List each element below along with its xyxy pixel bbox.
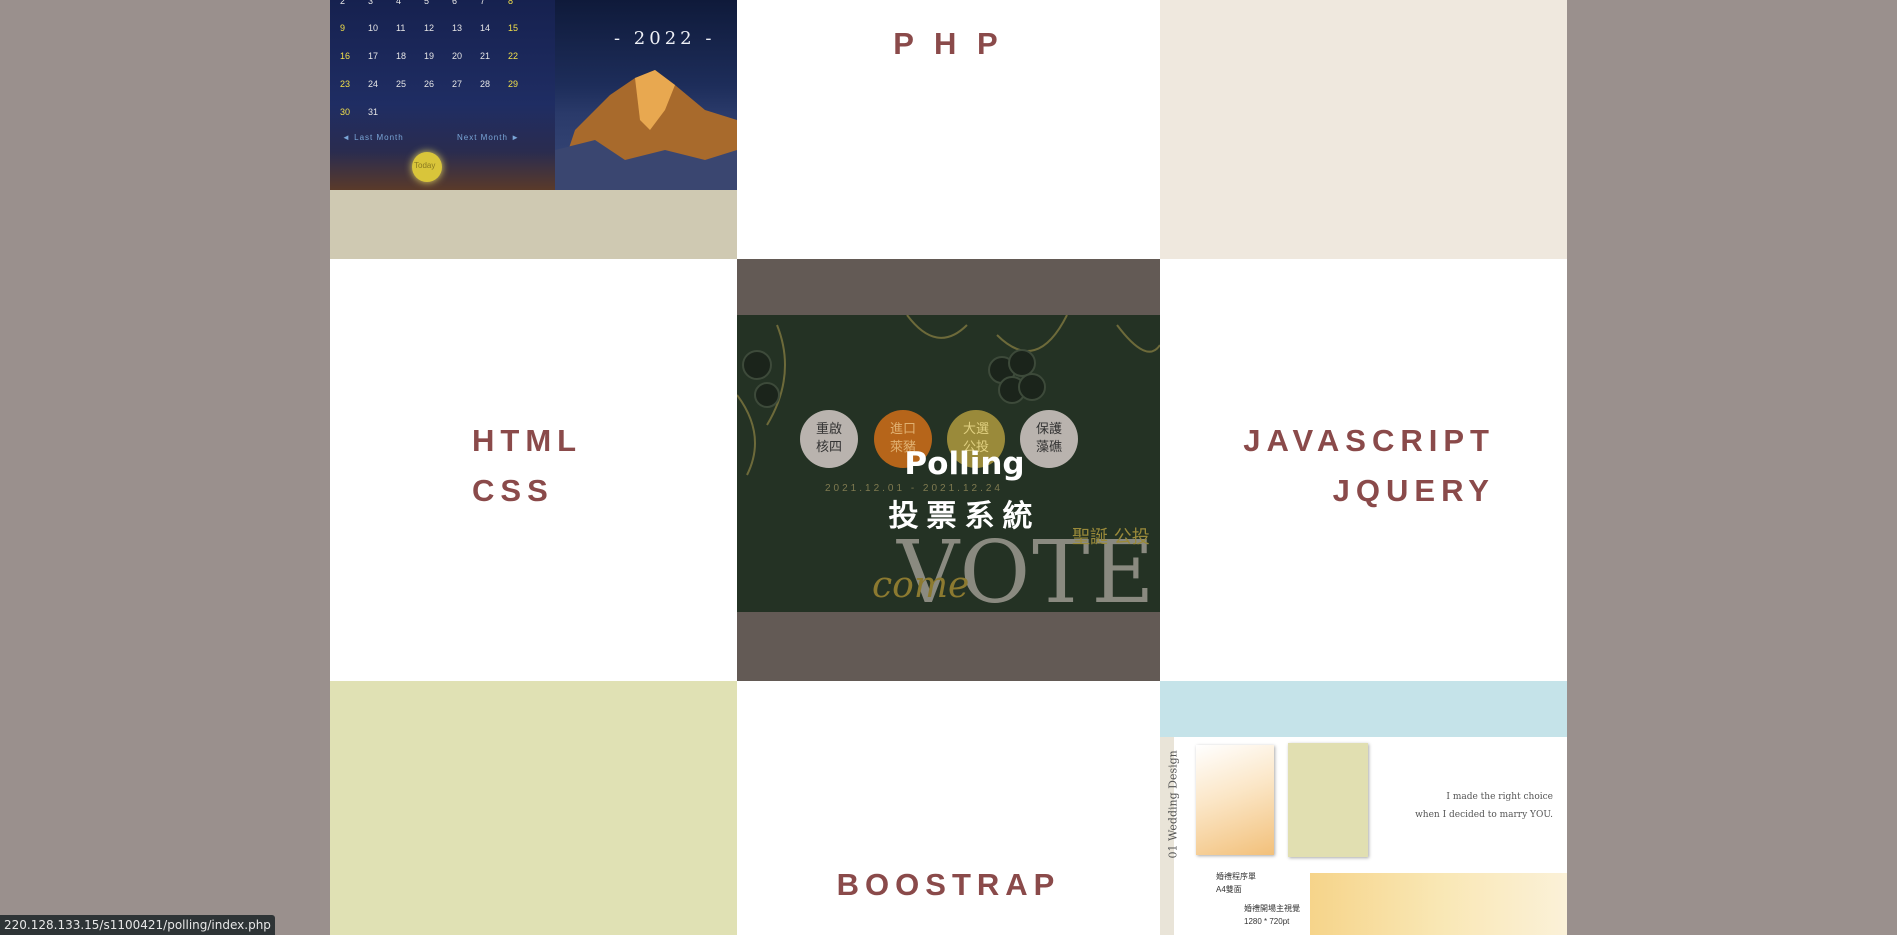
polling-tile[interactable]: 重啟 核四 進口 萊豬 大選 公投 保護 藻礁 2021.12.01 - 202… — [737, 259, 1160, 681]
green-tile[interactable] — [330, 681, 737, 935]
next-month-link[interactable]: Next Month ► — [457, 133, 520, 142]
wedding-note-4: 1280 * 720pt — [1244, 917, 1290, 926]
php-label: P H P — [893, 26, 1004, 61]
status-bar-url: 220.128.133.15/s1100421/polling/index.ph… — [0, 915, 275, 935]
calendar-tile[interactable]: 2345678 9 10 11 12 13 14 15 16 17 18 19 20 21 22 23 2… — [330, 0, 737, 259]
calendar-week-2: 9 10 11 12 13 14 15 — [340, 23, 519, 33]
wedding-floral-banner — [1310, 873, 1567, 935]
today-label: Today — [414, 161, 436, 170]
calendar-week-3: 16 17 18 19 20 21 22 — [340, 51, 519, 61]
jquery-label: JQUERY — [1332, 473, 1495, 508]
calendar-week-4: 23 24 25 26 27 28 29 — [340, 79, 519, 89]
wedding-card-1 — [1196, 745, 1274, 855]
wedding-note-2: A4雙面 — [1216, 885, 1242, 894]
calendar-week-1: 2345678 — [340, 0, 514, 6]
wedding-side-text: 01 Wedding Design — [1166, 750, 1180, 859]
bootstrap-tile[interactable]: BOOSTRAP — [737, 681, 1160, 935]
php-tile[interactable]: P H P — [737, 0, 1160, 259]
html-label: HTML — [472, 423, 583, 458]
last-month-link[interactable]: ◄ Last Month — [342, 133, 404, 142]
bootstrap-label: BOOSTRAP — [836, 867, 1061, 902]
polling-subtitle: 投票系統 — [888, 499, 1041, 534]
wedding-quote-2: when I decided to marry YOU. — [1415, 810, 1553, 820]
mountain-shape — [555, 70, 737, 190]
javascript-label: JAVASCRIPT — [1243, 423, 1495, 458]
polling-title: Polling — [904, 446, 1025, 482]
html-css-tile[interactable]: HTML CSS — [330, 259, 737, 681]
portfolio-grid: 2345678 9 10 11 12 13 14 15 16 17 18 19 20 21 22 23 2… — [330, 0, 1567, 935]
calendar-preview: 2345678 9 10 11 12 13 14 15 16 17 18 19 20 21 22 23 2… — [330, 0, 555, 190]
mountain-image: - 2022 - — [555, 0, 737, 190]
calendar-week-5: 30 31 — [340, 107, 379, 117]
javascript-jquery-tile[interactable]: JAVASCRIPT JQUERY — [1160, 259, 1567, 681]
beige-tile[interactable] — [1160, 0, 1567, 259]
wedding-preview: 01 Wedding Design I made the right choic… — [1160, 737, 1567, 935]
wedding-note-3: 婚禮開場主視覺 — [1244, 904, 1300, 913]
wedding-note-1: 婚禮程序單 — [1216, 872, 1256, 881]
wedding-tile[interactable]: 01 Wedding Design I made the right choic… — [1160, 681, 1567, 935]
wedding-card-2 — [1288, 743, 1368, 857]
css-label: CSS — [472, 473, 554, 508]
wedding-quote-1: I made the right choice — [1446, 792, 1553, 802]
come-word: come — [872, 565, 970, 606]
